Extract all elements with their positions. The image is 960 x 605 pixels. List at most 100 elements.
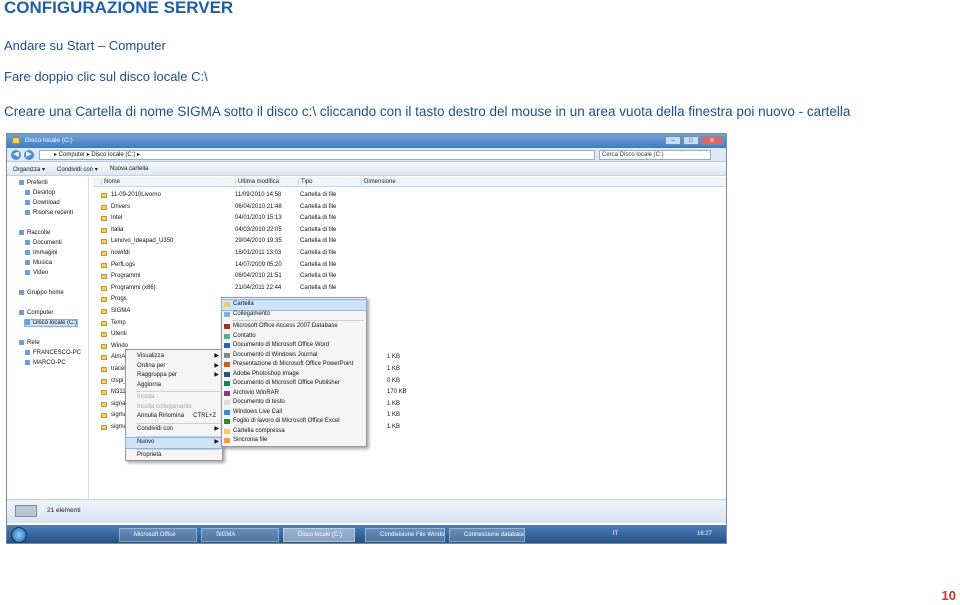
nav-documents[interactable]: Documenti [25,240,62,246]
menu-properties[interactable]: Proprietà [126,451,222,461]
organize-button[interactable]: Organizza ▾ [13,166,45,173]
file-row[interactable]: Temp [93,319,726,330]
submenu-item[interactable]: Adobe Photoshop Image [222,370,366,380]
menu-sort[interactable]: Ordina per ▶ [126,362,222,372]
forward-icon[interactable]: ▶ [24,150,34,160]
submenu-item[interactable]: Foglio di lavoro di Microsoft Office Exc… [222,417,366,427]
submenu-item-label: Documento di testo [233,399,285,405]
file-row[interactable]: italia 04/03/2010 22:05 Cartella di file [93,226,726,237]
col-name[interactable]: Nome [101,179,120,185]
submenu-item[interactable]: Documento di Microsoft Office Word [222,341,366,351]
file-row[interactable]: SIGMA [93,307,726,318]
menu-group-label: Raggruppa per [137,372,178,378]
file-row[interactable]: 11-09-2010Livorno 11/09/2010 14:58 Cartell… [93,191,726,202]
submenu-item-label: Cartella compressa [233,427,285,434]
nav-recent[interactable]: Risorse recenti [25,210,73,216]
folder-icon [101,251,107,256]
menu-view-label: Visualizza [137,353,164,359]
file-name: Progs [111,296,127,303]
file-name: 11-09-2010Livorno [111,192,161,198]
clock: 16:27 [696,531,712,537]
nav-homegroup[interactable]: Gruppo home [19,290,64,296]
submenu-item[interactable]: Sincronia file [222,436,366,446]
share-button[interactable]: Condividi con ▾ [57,166,98,173]
nav-music[interactable]: Musica [25,260,52,266]
file-date: 11/09/2010 14:58 [235,192,282,198]
file-name: Windo [111,342,129,349]
nav-local-disk[interactable]: Disco locale (C:) [23,319,79,327]
file-row[interactable]: Progs [93,295,726,306]
submenu-item[interactable]: Documento di Microsoft Office Publisher [222,379,366,389]
submenu-item[interactable]: Windows Live Call [222,408,366,418]
menu-new[interactable]: Nuovo ▶ [125,437,223,449]
submenu-item[interactable]: Cartella [221,299,367,311]
submenu-item[interactable]: Presentazione di Microsoft Office PowerP… [222,360,366,370]
taskbar-db-connection[interactable]: Connessione database ... [449,528,525,542]
submenu-item[interactable]: Collegamento [222,310,366,320]
address-field[interactable]: ▸ Computer ▸ Disco locale (C:) ▸ [39,150,595,160]
file-row[interactable]: PerfLogs 14/07/2009 05:20 Cartella di file [93,261,726,272]
minimize-button[interactable]: – [665,136,681,145]
menu-separator [136,436,220,437]
folder-icon [101,390,107,396]
file-type: Cartella di file [300,261,337,268]
submenu-item-label: Collegamento [233,310,271,317]
submenu-arrow-icon: ▶ [214,353,219,359]
file-name: tracel [111,366,126,372]
col-size[interactable]: Dimensione [361,179,396,185]
submenu-item-label: Sincronia file [233,437,268,443]
nav-computer[interactable]: Computer [19,310,53,316]
submenu-item[interactable]: Cartella compressa [222,427,366,437]
submenu-item[interactable]: Documento di Windows Journal [222,351,366,361]
nav-francesco-pc[interactable]: FRANCESCO-PC [25,350,81,356]
file-date: 14/07/2009 05:20 [235,261,282,268]
file-row[interactable]: Programmi (x86) 21/04/2011 22:44 Cartella … [93,284,726,295]
folder-icon [101,285,107,291]
file-name: signa [111,400,126,407]
submenu-item[interactable]: Microsoft Office Access 2007 Database [222,322,366,332]
submenu-item-label: Adobe Photoshop Image [233,370,300,377]
back-icon[interactable]: ◀ [11,150,21,160]
file-row[interactable]: nowifdi 16/01/2011 13:03 Cartella di file [93,249,726,260]
status-bar: 21 elementi [7,499,726,523]
maximize-button[interactable]: □ [683,136,699,145]
column-header: Nome Ultima modifica Tipo Dimensione [93,177,726,187]
file-row[interactable]: Drivers 06/04/2010 21:48 Cartella di file [93,203,726,214]
nav-network[interactable]: Rete [19,340,40,346]
submenu-item[interactable]: Documento di testo [222,398,366,408]
search-input[interactable]: Cerca Disco locale (C:) [599,150,711,160]
submenu-item-label: Cartella [233,301,254,307]
menu-view[interactable]: Visualizza ▶ [126,352,222,362]
taskbar-file-sharing[interactable]: Condivisione File Windo... [365,528,445,542]
close-button[interactable]: ✕ [701,136,723,145]
nav-images[interactable]: Immagini [25,250,57,256]
nav-marco-pc[interactable]: MARCO-PC [25,360,66,366]
submenu-item[interactable]: Archivio WinRAR [222,389,366,399]
col-type[interactable]: Tipo [298,179,312,185]
file-row[interactable]: Intel 04/01/2010 15:13 Cartella di file [93,214,726,225]
file-row[interactable]: Lenovo_Ideapad_U350 29/04/2010 19:35 Carte… [93,237,726,248]
nav-download[interactable]: Download [25,200,60,206]
taskbar-local-disk[interactable]: Disco locale (C:) [283,528,355,542]
nav-video[interactable]: Video [25,270,48,276]
menu-paste-shortcut: Incolla collegamento [137,403,192,410]
taskbar-sigma[interactable]: SIGMA [201,528,279,542]
menu-refresh[interactable]: Aggiorna [126,381,222,391]
new-folder-button[interactable]: Nuova cartella [110,166,148,172]
menu-share[interactable]: Condividi con ▶ [126,425,222,435]
taskbar-office[interactable]: Microsoft Office [119,528,197,542]
start-button[interactable] [11,527,27,543]
file-size: 1 KB [387,424,401,430]
menu-group[interactable]: Raggruppa per ▶ [126,371,222,381]
folder-icon [101,216,107,222]
submenu-arrow-icon: ▶ [214,362,219,369]
nav-favorites[interactable]: Preferiti [19,180,48,186]
file-row[interactable]: Programmi 06/04/2010 21:51 Cartella di fil… [93,272,726,283]
col-date[interactable]: Ultima modifica [235,179,279,185]
file-row[interactable]: Utenti [93,330,726,341]
language-indicator[interactable]: IT [613,528,618,542]
nav-libraries[interactable]: Raccolte [19,230,50,236]
submenu-item[interactable]: Contatto [222,332,366,342]
menu-undo-rename[interactable]: Annulla Rinomina CTRL+Z [126,412,222,422]
nav-desktop[interactable]: Desktop [25,190,55,196]
